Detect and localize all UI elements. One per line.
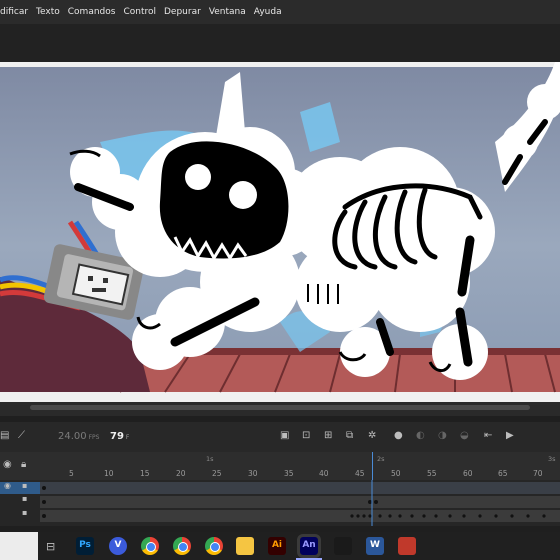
taskbar: ⊟ Ps V Ai An W — [0, 532, 560, 560]
stage-scrollbar[interactable] — [0, 402, 560, 416]
photoshop-icon[interactable]: Ps — [76, 537, 94, 555]
menu-ventana[interactable]: Ventana — [205, 7, 250, 17]
chrome-center — [178, 542, 188, 552]
menu-texto[interactable]: Texto — [32, 7, 64, 17]
go-to-start-icon[interactable]: ⇤ — [484, 430, 492, 441]
ruler-number: 30 — [248, 469, 258, 478]
loop-icon[interactable]: ⊡ — [302, 430, 310, 441]
ruler-number: 40 — [319, 469, 329, 478]
settings-icon[interactable]: ✲ — [368, 430, 376, 441]
layer-lock-icon-2[interactable]: ▪ — [22, 494, 27, 503]
vpn-icon[interactable]: V — [109, 537, 127, 555]
other-app-icon[interactable] — [398, 537, 416, 555]
ruler-number: 55 — [427, 469, 437, 478]
illustrator-label: Ai — [271, 540, 283, 550]
play-icon[interactable]: ▶ — [506, 430, 514, 441]
menu-comandos[interactable]: Comandos — [64, 7, 120, 17]
terminal-icon[interactable] — [334, 537, 352, 555]
frame-unit: F — [125, 434, 130, 441]
chrome-icon[interactable] — [141, 537, 159, 555]
chrome-3-icon[interactable] — [205, 537, 223, 555]
visibility-icon[interactable]: ◉ — [3, 459, 12, 470]
layers-icon[interactable]: ▤ — [0, 430, 9, 441]
vpn-label: V — [114, 540, 122, 550]
ruler-second-2: 2s — [377, 455, 385, 463]
illustrator-icon[interactable]: Ai — [268, 537, 286, 555]
ruler-number: 10 — [104, 469, 114, 478]
ruler-number: 20 — [176, 469, 186, 478]
ruler-number: 15 — [140, 469, 150, 478]
ruler-number: 50 — [391, 469, 401, 478]
keyframes — [42, 480, 546, 526]
chrome-center — [146, 542, 156, 552]
edit-multiple-icon[interactable]: ⧉ — [346, 430, 353, 441]
timeline-toolbar: ▤ ⟋ 24.00 FPS 79 F ▣ ⊡ ⊞ ⧉ ✲ ● ◐ ◑ ◒ ⇤ ▶ — [0, 422, 560, 452]
menu-ayuda[interactable]: Ayuda — [250, 7, 286, 17]
photoshop-label: Ps — [79, 540, 91, 550]
ruler-number: 35 — [284, 469, 294, 478]
lock-icon[interactable]: 🔒︎ — [21, 459, 26, 470]
ruler-number: 25 — [212, 469, 222, 478]
center-frame-icon[interactable]: ▣ — [280, 430, 289, 441]
word-icon[interactable]: W — [366, 537, 384, 555]
chrome-center — [210, 542, 220, 552]
layer-lock-icon-3[interactable]: ▪ — [22, 508, 27, 517]
stage[interactable] — [0, 62, 560, 402]
search-box[interactable] — [0, 532, 38, 560]
ruler-second-1: 1s — [206, 455, 214, 463]
ruler-number: 5 — [69, 469, 74, 478]
ruler-number: 45 — [355, 469, 365, 478]
timeline-ruler[interactable]: ◉ 🔒︎ 1s 2s 3s 5 10 15 20 25 30 35 40 45 … — [0, 452, 560, 480]
playhead[interactable] — [372, 452, 373, 480]
animate-label: An — [302, 540, 316, 550]
layer-eye-icon[interactable]: ◉ — [4, 481, 11, 490]
fps-display[interactable]: 24.00 FPS — [58, 431, 99, 442]
shape-disabled-icon: ◒ — [460, 430, 469, 441]
onion-skin-icon[interactable]: ⊞ — [324, 430, 332, 441]
stage-artwork — [0, 62, 560, 402]
current-frame-display[interactable]: 79 F — [110, 431, 129, 442]
graph-icon[interactable]: ⟋ — [18, 430, 25, 441]
menu-depurar[interactable]: Depurar — [160, 7, 205, 17]
layer-lock-icon[interactable]: ▪ — [22, 481, 27, 490]
edit-bar — [0, 24, 560, 62]
file-explorer-icon[interactable] — [236, 537, 254, 555]
ruler-number: 65 — [498, 469, 508, 478]
ruler-second-3: 3s — [548, 455, 556, 463]
ruler-number: 60 — [463, 469, 473, 478]
tween-disabled-icon: ◐ — [416, 430, 425, 441]
ruler-number: 70 — [533, 469, 543, 478]
animate-icon[interactable]: An — [296, 534, 322, 560]
motion-disabled-icon: ◑ — [438, 430, 447, 441]
menu-bar: dificar Texto Comandos Control Depurar V… — [0, 0, 560, 24]
timeline-layers[interactable]: ◉ ▪ ▪ ▪ — [0, 480, 560, 526]
fps-unit: FPS — [88, 434, 100, 441]
menu-control[interactable]: Control — [119, 7, 160, 17]
scrollbar-thumb[interactable] — [30, 405, 530, 410]
chrome-2-icon[interactable] — [173, 537, 191, 555]
current-frame-value: 79 — [110, 431, 124, 442]
fps-value: 24.00 — [58, 431, 87, 442]
tween-icon[interactable]: ● — [394, 430, 403, 441]
word-label: W — [370, 540, 380, 550]
menu-modificar[interactable]: dificar — [0, 7, 32, 17]
task-view-icon[interactable]: ⊟ — [46, 540, 55, 553]
